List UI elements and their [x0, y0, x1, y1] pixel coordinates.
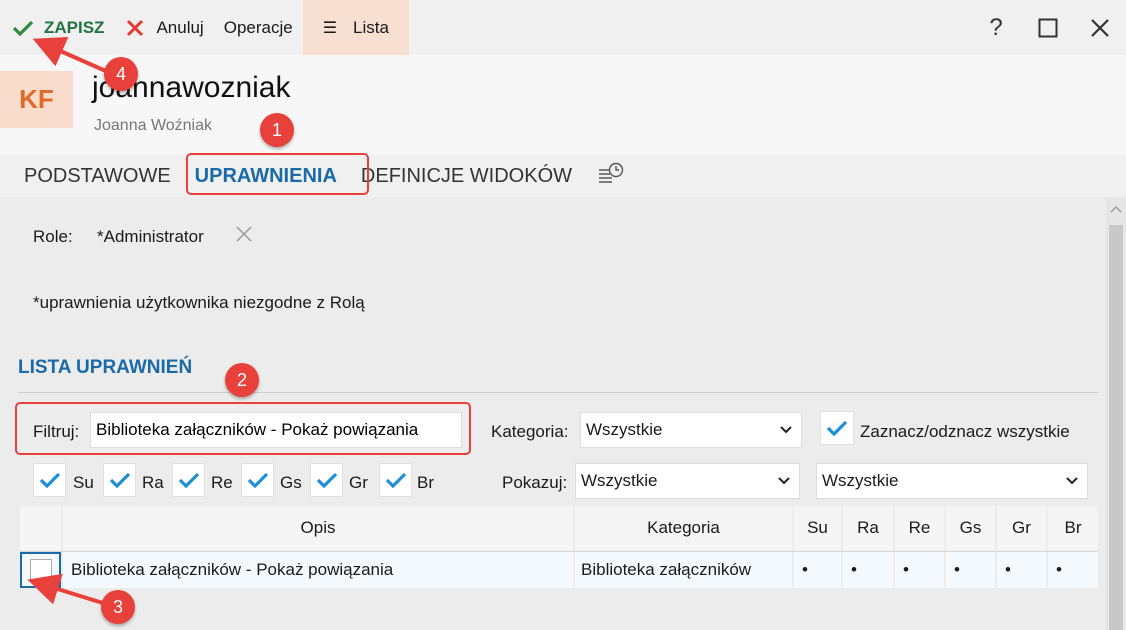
cell-ra: •: [843, 552, 895, 588]
flag-ra-label: Ra: [142, 473, 164, 492]
category-select-value: Wszystkie: [586, 420, 663, 439]
checkmark-icon: [247, 472, 268, 489]
cancel-label: Anuluj: [156, 17, 204, 37]
section-divider: [18, 392, 1098, 393]
cell-su: •: [794, 552, 843, 588]
chevron-down-icon: [1066, 477, 1078, 485]
show-select-value: Wszystkie: [581, 471, 658, 490]
tab-definicje-widokow[interactable]: DEFINICJE WIDOKÓW: [349, 155, 584, 197]
save-label: ZAPISZ: [44, 17, 105, 37]
flag-su-checkbox[interactable]: [33, 463, 66, 497]
annotation-badge-2: 2: [225, 363, 259, 397]
cell-opis: Biblioteka załączników - Pokaż powiązani…: [63, 552, 575, 588]
vertical-scrollbar[interactable]: [1106, 197, 1126, 630]
cancel-button[interactable]: Anuluj: [114, 0, 213, 55]
table-header: Opis Kategoria Su Ra Re Gs Gr Br: [20, 506, 1098, 550]
close-icon: [127, 19, 144, 36]
operations-button[interactable]: Operacje: [214, 0, 303, 55]
select-all-checkbox[interactable]: [820, 411, 854, 445]
roles-note: *uprawnienia użytkownika niezgodne z Rol…: [33, 293, 365, 312]
flag-br-label: Br: [417, 473, 434, 492]
checkmark-icon: [178, 472, 199, 489]
flag-br-checkbox[interactable]: [379, 463, 412, 497]
user-full-name: Joanna Woźniak: [94, 117, 212, 134]
checkmark-icon: [316, 472, 337, 489]
flag-ra-checkbox[interactable]: [103, 463, 136, 497]
section-title: LISTA UPRAWNIEŃ: [18, 357, 193, 378]
header-select-cell: [20, 506, 63, 550]
checkmark-icon: [109, 472, 130, 489]
checkmark-icon: [39, 472, 60, 489]
annotation-highlight-tab: [186, 153, 369, 195]
operations-label: Operacje: [223, 17, 293, 37]
maximize-button[interactable]: [1022, 0, 1074, 55]
toolbar: ZAPISZ Anuluj Operacje ☰ Lista ?: [0, 0, 1126, 55]
scrollbar-thumb[interactable]: [1109, 225, 1123, 630]
tab-podstawowe[interactable]: PODSTAWOWE: [0, 155, 183, 197]
column-header-opis[interactable]: Opis: [63, 506, 575, 550]
row-select-cell: [20, 552, 63, 588]
cell-re: •: [895, 552, 946, 588]
show-select[interactable]: Wszystkie: [575, 463, 800, 499]
menu-icon: ☰: [322, 19, 338, 37]
flag-re-checkbox[interactable]: [172, 463, 205, 497]
category-label: Kategoria:: [491, 422, 569, 441]
chevron-down-icon: [778, 477, 790, 485]
close-icon: [1091, 18, 1109, 37]
column-header-gs[interactable]: Gs: [946, 506, 997, 550]
help-label: ?: [989, 13, 1003, 41]
cell-gr: •: [997, 552, 1048, 588]
annotation-badge-3: 3: [101, 590, 135, 624]
row-checkbox[interactable]: [20, 552, 61, 588]
list-button[interactable]: ☰ Lista: [302, 0, 409, 55]
column-header-kategoria[interactable]: Kategoria: [575, 506, 794, 550]
checkmark-icon: [826, 420, 848, 437]
select-all-label: Zaznacz/odznacz wszystkie: [860, 422, 1070, 441]
cell-kategoria: Biblioteka załączników: [575, 552, 794, 588]
cell-gs: •: [946, 552, 997, 588]
annotation-badge-4: 4: [104, 57, 138, 91]
annotation-badge-1: 1: [260, 113, 294, 147]
flag-gr-label: Gr: [349, 473, 368, 492]
avatar: KF: [0, 71, 73, 128]
show-select-secondary[interactable]: Wszystkie: [816, 463, 1088, 499]
scroll-up-icon[interactable]: [1110, 205, 1122, 213]
column-header-su[interactable]: Su: [794, 506, 843, 550]
flag-gs-checkbox[interactable]: [241, 463, 274, 497]
show-label: Pokazuj:: [502, 473, 568, 492]
category-select[interactable]: Wszystkie: [580, 412, 802, 448]
cell-br: •: [1048, 552, 1098, 588]
chevron-down-icon: [780, 426, 792, 434]
checkmark-icon: [12, 20, 34, 36]
flag-su-label: Su: [73, 473, 94, 492]
history-icon[interactable]: [598, 162, 624, 191]
flag-gr-checkbox[interactable]: [310, 463, 343, 497]
help-button[interactable]: ?: [970, 0, 1022, 55]
maximize-icon: [1038, 18, 1058, 37]
role-label: Role:: [33, 227, 73, 246]
column-header-re[interactable]: Re: [895, 506, 946, 550]
table-row[interactable]: Biblioteka załączników - Pokaż powiązani…: [20, 551, 1098, 588]
column-header-ra[interactable]: Ra: [843, 506, 895, 550]
remove-role-icon[interactable]: [234, 224, 254, 250]
tab-bar: PODSTAWOWE UPRAWNIENIA DEFINICJE WIDOKÓW: [0, 155, 1126, 197]
list-label: Lista: [353, 17, 389, 37]
close-window-button[interactable]: [1074, 0, 1126, 55]
column-header-gr[interactable]: Gr: [997, 506, 1048, 550]
checkbox-box: [29, 559, 52, 581]
role-value: *Administrator: [97, 227, 204, 246]
column-header-br[interactable]: Br: [1048, 506, 1098, 550]
flag-gs-label: Gs: [280, 473, 302, 492]
annotation-highlight-filter: [15, 402, 471, 455]
flag-re-label: Re: [211, 473, 233, 492]
checkmark-icon: [385, 472, 406, 489]
user-header: KF joannawozniak Joanna Woźniak: [0, 55, 1126, 155]
show-select-secondary-value: Wszystkie: [822, 471, 899, 490]
save-button[interactable]: ZAPISZ: [0, 0, 114, 55]
